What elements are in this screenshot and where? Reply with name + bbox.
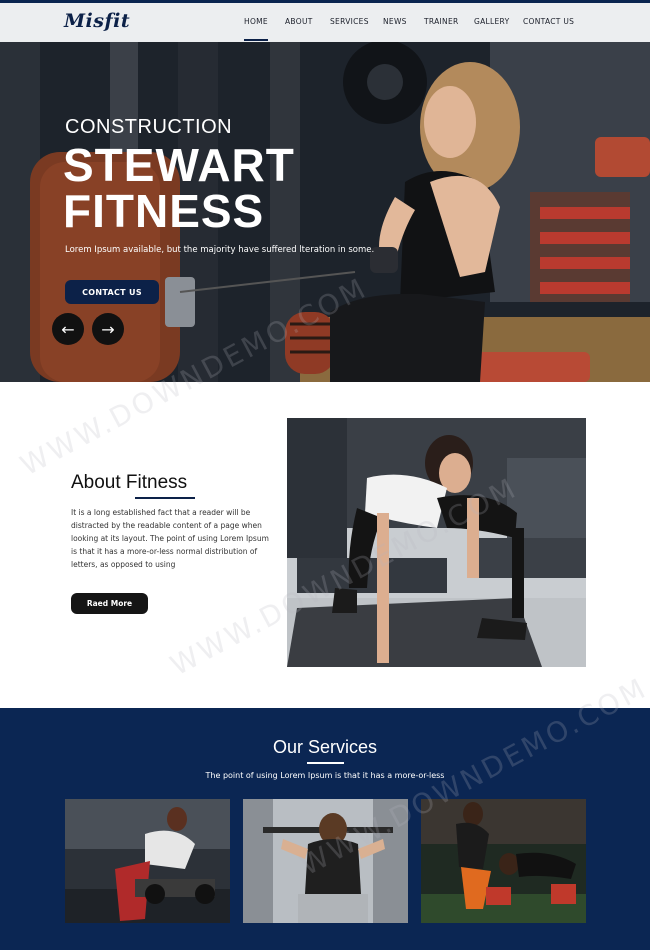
about-title-underline: [135, 497, 195, 499]
services-title: Our Services: [272, 737, 378, 757]
nav-services[interactable]: SERVICES: [330, 17, 369, 26]
about-title: About Fitness: [71, 472, 188, 493]
services-subtitle: The point of using Lorem Ipsum is that i…: [205, 771, 445, 780]
service-image-1: [65, 799, 230, 923]
main-nav: HOME ABOUT SERVICES NEWS TRAINER GALLERY…: [0, 17, 650, 41]
hero-title: STEWART FITNESS: [63, 142, 295, 234]
arrow-right-icon: →: [101, 319, 115, 339]
nav-trainer[interactable]: TRAINER: [424, 17, 459, 26]
slider-prev-button[interactable]: ←: [52, 313, 84, 345]
nav-home[interactable]: HOME: [244, 17, 268, 41]
hero-title-line1: STEWART: [63, 139, 295, 191]
service-image-2: [243, 799, 408, 923]
nav-gallery[interactable]: GALLERY: [474, 17, 509, 26]
arrow-left-icon: ←: [61, 319, 75, 339]
about-workout-photo: [287, 418, 586, 667]
hero-description: Lorem Ipsum available, but the majority …: [65, 245, 375, 255]
service-card[interactable]: [243, 799, 408, 923]
nav-about[interactable]: ABOUT: [285, 17, 313, 26]
contact-us-button[interactable]: CONTACT US: [65, 280, 159, 304]
hero-banner: CONSTRUCTION STEWART FITNESS Lorem Ipsum…: [0, 42, 650, 382]
service-image-3: [421, 799, 586, 923]
nav-news[interactable]: NEWS: [383, 17, 407, 26]
hero-subtitle: CONSTRUCTION: [65, 116, 233, 138]
site-header: Misfit HOME ABOUT SERVICES NEWS TRAINER …: [0, 0, 650, 42]
service-card[interactable]: [421, 799, 586, 923]
about-image: [287, 418, 586, 667]
nav-contact-us[interactable]: CONTACT US: [523, 17, 574, 26]
slider-next-button[interactable]: →: [92, 313, 124, 345]
read-more-button[interactable]: Raed More: [71, 593, 148, 614]
about-text: It is a long established fact that a rea…: [71, 508, 269, 569]
services-title-underline: [307, 762, 344, 764]
services-section: Our Services The point of using Lorem Ip…: [0, 708, 650, 950]
hero-title-line2: FITNESS: [63, 185, 265, 237]
service-card[interactable]: [65, 799, 230, 923]
